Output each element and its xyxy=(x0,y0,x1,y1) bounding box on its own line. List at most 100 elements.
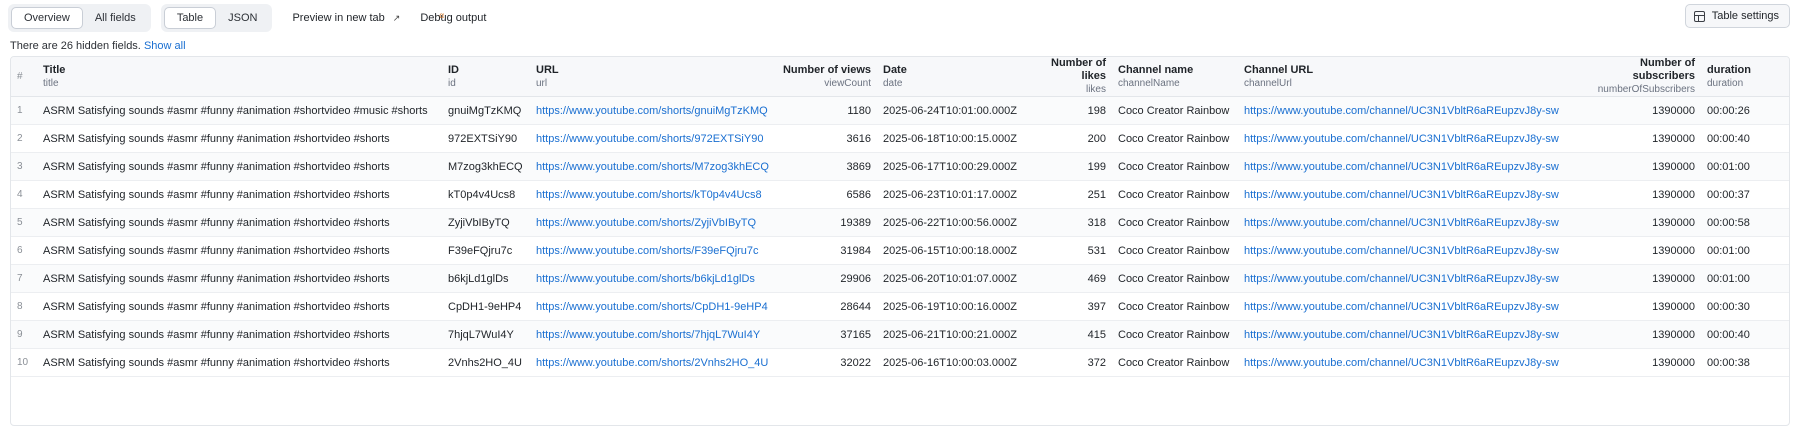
col-header-duration[interactable]: duration duration xyxy=(1701,57,1789,97)
tab-table[interactable]: Table xyxy=(163,7,217,29)
tab-all-fields[interactable]: All fields xyxy=(83,7,148,29)
preview-in-new-tab-button[interactable]: Preview in new tab ↗ xyxy=(282,4,410,32)
channel-url-link[interactable]: https://www.youtube.com/channel/UC3N1Vbl… xyxy=(1244,189,1559,201)
table-row[interactable]: 6 ASRM Satisfying sounds #asmr #funny #a… xyxy=(11,236,1789,265)
cell-url: https://www.youtube.com/shorts/b6kjLd1gl… xyxy=(530,264,769,293)
cell-channel-url: https://www.youtube.com/channel/UC3N1Vbl… xyxy=(1238,236,1570,265)
hidden-fields-text: There are 26 hidden fields. xyxy=(10,40,141,52)
channel-url-link[interactable]: https://www.youtube.com/channel/UC3N1Vbl… xyxy=(1244,161,1559,173)
cell-channel-url: https://www.youtube.com/channel/UC3N1Vbl… xyxy=(1238,264,1570,293)
cell-id: CpDH1-9eHP4 xyxy=(442,292,530,321)
preview-label: Preview in new tab xyxy=(292,12,385,24)
table-row[interactable]: 9 ASRM Satisfying sounds #asmr #funny #a… xyxy=(11,320,1789,349)
cell-id: M7zog3khECQ xyxy=(442,152,530,181)
cell-views: 32022 xyxy=(769,348,877,377)
cell-duration: 00:00:30 xyxy=(1701,292,1789,321)
cell-duration: 00:00:40 xyxy=(1701,124,1789,153)
video-url-link[interactable]: https://www.youtube.com/shorts/CpDH1-9eH… xyxy=(536,301,768,313)
cell-likes: 531 xyxy=(1020,236,1112,265)
cell-channel-url: https://www.youtube.com/channel/UC3N1Vbl… xyxy=(1238,292,1570,321)
cell-views: 3869 xyxy=(769,152,877,181)
cell-url: https://www.youtube.com/shorts/7hjqL7WuI… xyxy=(530,320,769,349)
col-header-title[interactable]: Title title xyxy=(37,57,442,97)
channel-url-link[interactable]: https://www.youtube.com/channel/UC3N1Vbl… xyxy=(1244,133,1559,145)
cell-views: 31984 xyxy=(769,236,877,265)
cell-date: 2025-06-21T10:00:21.000Z xyxy=(877,320,1020,349)
row-index: 7 xyxy=(11,264,37,293)
cell-title: ASRM Satisfying sounds #asmr #funny #ani… xyxy=(37,264,442,293)
col-header-date[interactable]: Date date xyxy=(877,57,1020,97)
channel-url-link[interactable]: https://www.youtube.com/channel/UC3N1Vbl… xyxy=(1244,301,1559,313)
video-url-link[interactable]: https://www.youtube.com/shorts/kT0p4v4Uc… xyxy=(536,189,762,201)
cell-id: ZyjiVbIByTQ xyxy=(442,208,530,237)
cell-duration: 00:00:38 xyxy=(1701,348,1789,377)
results-table-container[interactable]: # Title title ID id URL url Number of views… xyxy=(10,56,1790,426)
channel-url-link[interactable]: https://www.youtube.com/channel/UC3N1Vbl… xyxy=(1244,217,1559,229)
cell-title: ASRM Satisfying sounds #asmr #funny #ani… xyxy=(37,292,442,321)
cell-url: https://www.youtube.com/shorts/F39eFQjru… xyxy=(530,236,769,265)
cell-subscribers: 1390000 xyxy=(1570,292,1701,321)
col-header-channel-url[interactable]: Channel URL channelUrl xyxy=(1238,57,1570,97)
external-link-icon: ↗ xyxy=(392,13,401,23)
debug-output-button[interactable]: Debug output α xyxy=(410,4,496,32)
video-url-link[interactable]: https://www.youtube.com/shorts/b6kjLd1gl… xyxy=(536,273,755,285)
video-url-link[interactable]: https://www.youtube.com/shorts/2Vnhs2HO_… xyxy=(536,357,768,369)
cell-id: F39eFQjru7c xyxy=(442,236,530,265)
cell-views: 28644 xyxy=(769,292,877,321)
video-url-link[interactable]: https://www.youtube.com/shorts/7hjqL7WuI… xyxy=(536,329,760,341)
cell-id: 972EXTSiY90 xyxy=(442,124,530,153)
video-url-link[interactable]: https://www.youtube.com/shorts/gnuiMgTzK… xyxy=(536,105,768,117)
cell-date: 2025-06-19T10:00:16.000Z xyxy=(877,292,1020,321)
cell-subscribers: 1390000 xyxy=(1570,152,1701,181)
col-header-subscribers[interactable]: Number of subscribers numberOfSubscribers xyxy=(1570,57,1701,97)
channel-url-link[interactable]: https://www.youtube.com/channel/UC3N1Vbl… xyxy=(1244,329,1559,341)
col-header-url[interactable]: URL url xyxy=(530,57,769,97)
video-url-link[interactable]: https://www.youtube.com/shorts/F39eFQjru… xyxy=(536,245,759,257)
cell-date: 2025-06-24T10:01:00.000Z xyxy=(877,96,1020,125)
table-row[interactable]: 1 ASRM Satisfying sounds #asmr #funny #a… xyxy=(11,96,1789,125)
video-url-link[interactable]: https://www.youtube.com/shorts/ZyjiVbIBy… xyxy=(536,217,756,229)
table-row[interactable]: 5 ASRM Satisfying sounds #asmr #funny #a… xyxy=(11,208,1789,237)
table-row[interactable]: 8 ASRM Satisfying sounds #asmr #funny #a… xyxy=(11,292,1789,321)
cell-channel-url: https://www.youtube.com/channel/UC3N1Vbl… xyxy=(1238,320,1570,349)
cell-channel-url: https://www.youtube.com/channel/UC3N1Vbl… xyxy=(1238,96,1570,125)
video-url-link[interactable]: https://www.youtube.com/shorts/972EXTSiY… xyxy=(536,133,763,145)
cell-subscribers: 1390000 xyxy=(1570,208,1701,237)
cell-channel-name: Coco Creator Rainbow xyxy=(1112,152,1238,181)
row-index: 9 xyxy=(11,320,37,349)
table-row[interactable]: 10 ASRM Satisfying sounds #asmr #funny #… xyxy=(11,348,1789,377)
channel-url-link[interactable]: https://www.youtube.com/channel/UC3N1Vbl… xyxy=(1244,357,1559,369)
video-url-link[interactable]: https://www.youtube.com/shorts/M7zog3khE… xyxy=(536,161,769,173)
cell-likes: 251 xyxy=(1020,180,1112,209)
cell-url: https://www.youtube.com/shorts/kT0p4v4Uc… xyxy=(530,180,769,209)
tab-json[interactable]: JSON xyxy=(216,7,269,29)
col-header-views[interactable]: Number of views viewCount xyxy=(769,57,877,97)
table-row[interactable]: 3 ASRM Satisfying sounds #asmr #funny #a… xyxy=(11,152,1789,181)
channel-url-link[interactable]: https://www.youtube.com/channel/UC3N1Vbl… xyxy=(1244,105,1559,117)
col-header-index: # xyxy=(11,57,37,97)
table-row[interactable]: 4 ASRM Satisfying sounds #asmr #funny #a… xyxy=(11,180,1789,209)
cell-channel-name: Coco Creator Rainbow xyxy=(1112,124,1238,153)
cell-subscribers: 1390000 xyxy=(1570,124,1701,153)
show-all-link[interactable]: Show all xyxy=(144,40,186,52)
cell-url: https://www.youtube.com/shorts/972EXTSiY… xyxy=(530,124,769,153)
table-row[interactable]: 7 ASRM Satisfying sounds #asmr #funny #a… xyxy=(11,264,1789,293)
cell-likes: 469 xyxy=(1020,264,1112,293)
tab-overview[interactable]: Overview xyxy=(11,7,83,29)
channel-url-link[interactable]: https://www.youtube.com/channel/UC3N1Vbl… xyxy=(1244,273,1559,285)
cell-likes: 198 xyxy=(1020,96,1112,125)
cell-likes: 199 xyxy=(1020,152,1112,181)
cell-date: 2025-06-23T10:01:17.000Z xyxy=(877,180,1020,209)
cell-channel-name: Coco Creator Rainbow xyxy=(1112,348,1238,377)
table-settings-button[interactable]: Table settings xyxy=(1684,4,1790,28)
table-row[interactable]: 2 ASRM Satisfying sounds #asmr #funny #a… xyxy=(11,124,1789,153)
cell-subscribers: 1390000 xyxy=(1570,180,1701,209)
col-header-id[interactable]: ID id xyxy=(442,57,530,97)
cell-subscribers: 1390000 xyxy=(1570,320,1701,349)
col-header-likes[interactable]: Number of likes likes xyxy=(1020,57,1112,97)
channel-url-link[interactable]: https://www.youtube.com/channel/UC3N1Vbl… xyxy=(1244,245,1559,257)
cell-channel-url: https://www.youtube.com/channel/UC3N1Vbl… xyxy=(1238,180,1570,209)
row-index: 6 xyxy=(11,236,37,265)
col-header-channel-name[interactable]: Channel name channelName xyxy=(1112,57,1238,97)
row-index: 8 xyxy=(11,292,37,321)
